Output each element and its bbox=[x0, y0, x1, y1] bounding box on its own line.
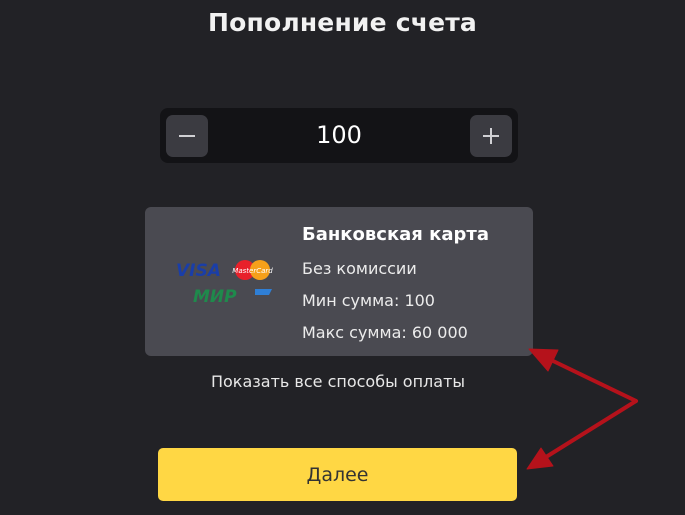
commission-text: Без комиссии bbox=[302, 259, 417, 278]
mastercard-logo: MasterCard bbox=[232, 260, 273, 280]
visa-logo: VISA bbox=[176, 261, 221, 281]
show-all-payment-methods-link[interactable]: Показать все способы оплаты bbox=[0, 372, 676, 391]
decrement-button[interactable] bbox=[166, 115, 208, 157]
annotation-arrow-head-bottom bbox=[526, 447, 554, 470]
mir-logo: МИР bbox=[193, 287, 237, 307]
next-button[interactable]: Далее bbox=[158, 448, 517, 501]
annotation-arrow-shaft-bottom bbox=[544, 399, 638, 459]
min-amount-text: Мин сумма: 100 bbox=[302, 291, 435, 310]
minus-icon bbox=[179, 135, 195, 137]
payment-logos: VISA MasterCard МИР bbox=[176, 260, 273, 307]
svg-text:MasterCard: MasterCard bbox=[232, 267, 273, 275]
annotation-arrow-head-top bbox=[528, 348, 559, 372]
increment-button[interactable] bbox=[470, 115, 512, 157]
plus-icon bbox=[483, 128, 499, 144]
amount-input[interactable] bbox=[216, 108, 462, 163]
payment-method-title: Банковская карта bbox=[302, 224, 489, 245]
amount-stepper bbox=[160, 108, 518, 163]
max-amount-text: Макс сумма: 60 000 bbox=[302, 323, 468, 342]
payment-method-info: Банковская карта Без комиссии Мин сумма:… bbox=[302, 221, 489, 349]
mir-logo-accent bbox=[255, 289, 272, 295]
payment-method-bank-card[interactable]: VISA MasterCard МИР Банковская карта Без… bbox=[145, 207, 533, 356]
page-title: Пополнение счета bbox=[207, 8, 478, 37]
